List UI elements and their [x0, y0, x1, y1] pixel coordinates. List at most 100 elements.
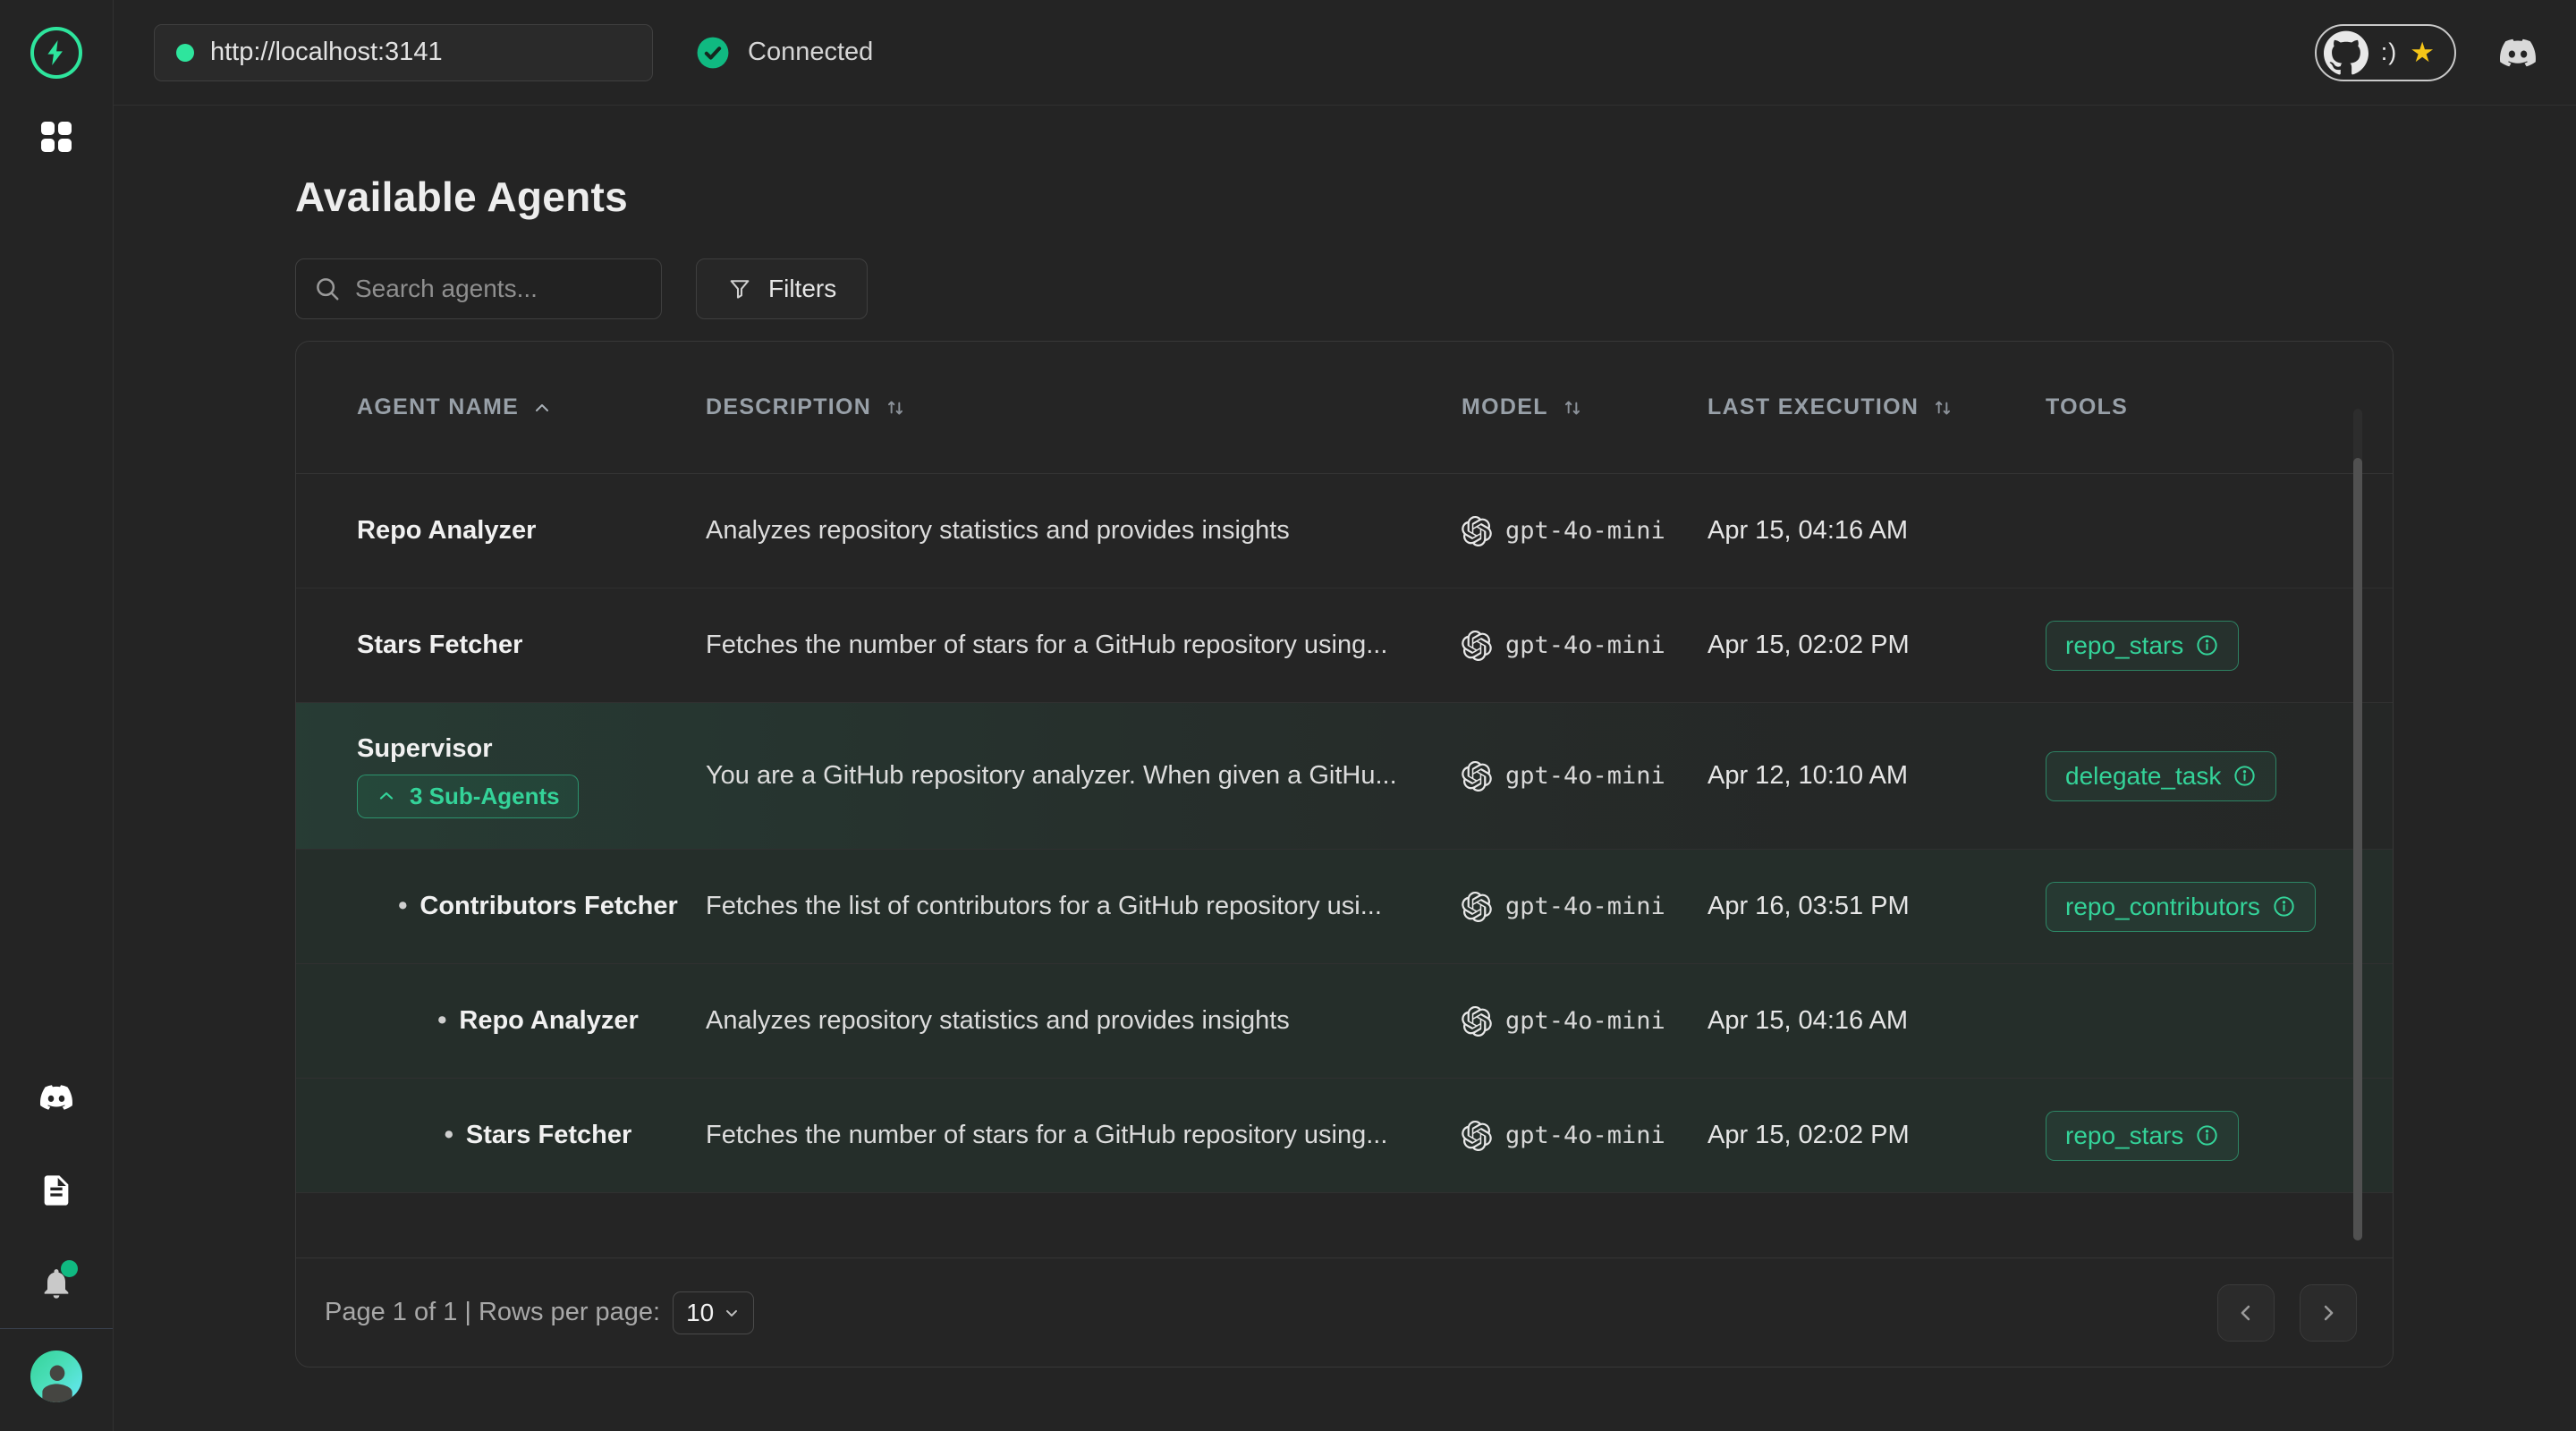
- last-execution: Apr 16, 03:51 PM: [1707, 892, 2046, 921]
- agent-description: Analyzes repository statistics and provi…: [706, 516, 1462, 546]
- openai-icon: [1462, 631, 1492, 661]
- topbar-right-group: :) ★: [2315, 24, 2540, 81]
- column-header-tools: TOOLS: [2046, 394, 2368, 420]
- chevron-up-icon: [531, 397, 553, 419]
- github-smiley-text: :): [2381, 38, 2398, 66]
- subagents-toggle[interactable]: 3 Sub-Agents: [357, 775, 579, 818]
- tool-name: repo_stars: [2065, 631, 2183, 660]
- agents-table-card: AGENT NAME DESCRIPTION MODEL: [295, 341, 2394, 1367]
- column-header-model[interactable]: MODEL: [1462, 394, 1707, 420]
- agent-description: Fetches the number of stars for a GitHub…: [706, 1121, 1462, 1150]
- agent-name: Supervisor: [357, 734, 493, 764]
- check-circle-icon: [696, 36, 730, 70]
- tool-badge[interactable]: repo_stars: [2046, 621, 2239, 671]
- table-row-subagent[interactable]: • Stars Fetcher Fetches the number of st…: [296, 1079, 2393, 1193]
- table-scrollbar-thumb[interactable]: [2353, 458, 2362, 1240]
- github-icon: [2324, 30, 2368, 75]
- avatar[interactable]: [30, 1351, 82, 1402]
- lightning-icon: [42, 38, 71, 67]
- last-execution: Apr 15, 02:02 PM: [1707, 1121, 2046, 1150]
- openai-icon: [1462, 516, 1492, 546]
- tool-name: repo_stars: [2065, 1122, 2183, 1150]
- tool-badge[interactable]: delegate_task: [2046, 751, 2276, 801]
- search-icon: [314, 275, 341, 302]
- document-icon[interactable]: [38, 1173, 74, 1208]
- table-controls: Filters: [295, 258, 2394, 319]
- info-icon: [2272, 894, 2296, 919]
- pager: [2217, 1284, 2357, 1342]
- openai-icon: [1462, 1006, 1492, 1037]
- column-header-last-execution[interactable]: LAST EXECUTION: [1707, 394, 2046, 420]
- tool-badge[interactable]: repo_contributors: [2046, 882, 2316, 932]
- column-label: TOOLS: [2046, 394, 2128, 420]
- agent-description: Fetches the list of contributors for a G…: [706, 892, 1462, 921]
- connection-status-label: Connected: [748, 38, 873, 67]
- server-url: http://localhost:3141: [210, 38, 443, 67]
- agent-description: Analyzes repository statistics and provi…: [706, 1006, 1462, 1036]
- column-label: LAST EXECUTION: [1707, 394, 1919, 420]
- openai-icon: [1462, 1121, 1492, 1151]
- subagent-bullet: •: [445, 1121, 453, 1150]
- page-title: Available Agents: [295, 173, 2394, 221]
- rows-per-page-select[interactable]: 10: [673, 1291, 754, 1334]
- tool-badge[interactable]: repo_stars: [2046, 1111, 2239, 1161]
- subagent-bullet: •: [398, 892, 407, 921]
- table-row[interactable]: Stars Fetcher Fetches the number of star…: [296, 588, 2393, 703]
- notification-dot: [61, 1260, 78, 1277]
- column-header-agent-name[interactable]: AGENT NAME: [321, 394, 706, 420]
- discord-link-icon[interactable]: [2496, 35, 2540, 71]
- model-name: gpt-4o-mini: [1505, 631, 1665, 659]
- info-icon: [2233, 764, 2257, 788]
- bell-icon[interactable]: [38, 1266, 74, 1301]
- subagents-count-label: 3 Sub-Agents: [410, 783, 560, 810]
- model-name: gpt-4o-mini: [1505, 1122, 1665, 1149]
- table-row-subagent[interactable]: • Repo Analyzer Analyzes repository stat…: [296, 964, 2393, 1079]
- last-execution: Apr 15, 04:16 AM: [1707, 1006, 2046, 1036]
- apps-grid-icon[interactable]: [41, 122, 72, 152]
- agent-description: You are a GitHub repository analyzer. Wh…: [706, 761, 1462, 791]
- sidebar: [0, 0, 114, 1431]
- subagent-bullet: •: [437, 1006, 446, 1036]
- sort-icon: [1561, 396, 1584, 419]
- star-icon: ★: [2410, 38, 2435, 66]
- filter-funnel-icon: [727, 276, 752, 301]
- model-name: gpt-4o-mini: [1505, 517, 1665, 545]
- app-logo[interactable]: [30, 27, 82, 79]
- column-label: MODEL: [1462, 394, 1548, 420]
- last-execution: Apr 15, 04:16 AM: [1707, 516, 2046, 546]
- filters-button-label: Filters: [768, 275, 836, 303]
- topbar: http://localhost:3141 Connected :) ★: [114, 0, 2576, 106]
- agent-name: Contributors Fetcher: [419, 892, 677, 921]
- last-execution: Apr 12, 10:10 AM: [1707, 761, 2046, 791]
- info-icon: [2195, 633, 2219, 657]
- rows-per-page-value: 10: [686, 1299, 714, 1327]
- last-execution: Apr 15, 02:02 PM: [1707, 631, 2046, 660]
- next-page-button[interactable]: [2300, 1284, 2357, 1342]
- github-star-button[interactable]: :) ★: [2315, 24, 2456, 81]
- agent-description: Fetches the number of stars for a GitHub…: [706, 631, 1462, 660]
- table-row-supervisor[interactable]: Supervisor 3 Sub-Agents You are a GitHub…: [296, 703, 2393, 850]
- chevron-left-icon: [2233, 1300, 2258, 1325]
- tool-name: repo_contributors: [2065, 893, 2260, 921]
- agent-name: Repo Analyzer: [459, 1006, 638, 1036]
- search-input[interactable]: [355, 275, 643, 303]
- table-header: AGENT NAME DESCRIPTION MODEL: [296, 342, 2393, 474]
- search-box[interactable]: [295, 258, 662, 319]
- previous-page-button[interactable]: [2217, 1284, 2275, 1342]
- discord-icon[interactable]: [36, 1081, 77, 1113]
- server-online-dot: [176, 44, 194, 62]
- server-url-field[interactable]: http://localhost:3141: [154, 24, 653, 81]
- table-row[interactable]: Repo Analyzer Analyzes repository statis…: [296, 474, 2393, 588]
- model-name: gpt-4o-mini: [1505, 1007, 1665, 1035]
- openai-icon: [1462, 761, 1492, 792]
- chevron-down-icon: [723, 1304, 741, 1322]
- filters-button[interactable]: Filters: [696, 258, 868, 319]
- agent-name: Repo Analyzer: [357, 516, 536, 546]
- column-header-description[interactable]: DESCRIPTION: [706, 394, 1462, 420]
- sidebar-bottom-group: [0, 1081, 113, 1431]
- table-row-subagent[interactable]: • Contributors Fetcher Fetches the list …: [296, 850, 2393, 964]
- main-content: Available Agents Filters AGENT NAME: [114, 106, 2576, 1431]
- chevron-right-icon: [2316, 1300, 2341, 1325]
- column-label: AGENT NAME: [357, 394, 519, 420]
- column-label: DESCRIPTION: [706, 394, 871, 420]
